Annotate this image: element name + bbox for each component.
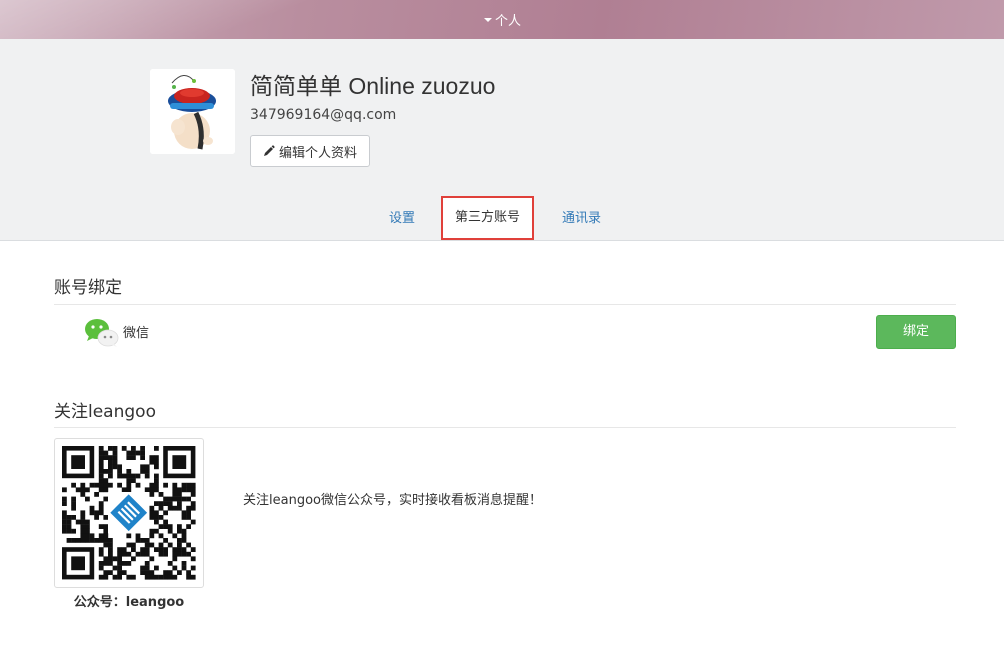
- personal-menu[interactable]: 个人: [484, 10, 521, 29]
- profile-tabs: 设置 第三方账号 通讯录: [0, 196, 1004, 240]
- wechat-qr-code: [54, 438, 204, 588]
- wechat-icon: [84, 318, 120, 352]
- tab-contacts[interactable]: 通讯录: [562, 197, 601, 240]
- profile-username: 简简单单 Online zuozuo: [250, 73, 496, 99]
- tab-third-party-accounts[interactable]: 第三方账号: [441, 196, 535, 240]
- section-divider: [54, 304, 956, 305]
- top-navbar: 个人: [0, 0, 1004, 39]
- personal-menu-label: 个人: [495, 14, 522, 29]
- tab-settings[interactable]: 设置: [389, 197, 415, 240]
- caret-down-icon: [484, 17, 492, 22]
- profile-email: 347969164@qq.com: [250, 107, 397, 123]
- qr-caption: 公众号：leangoo: [73, 595, 185, 610]
- account-binding-title: 账号绑定: [54, 278, 122, 298]
- avatar: [150, 69, 235, 154]
- navbar-decoration: [0, 0, 340, 39]
- profile-header: 简简单单 Online zuozuo 347969164@qq.com 编辑个人…: [0, 39, 1004, 241]
- pencil-icon: [264, 145, 275, 156]
- section-divider: [54, 427, 956, 428]
- follow-leangoo-title: 关注leangoo: [54, 402, 156, 422]
- avatar-image: [150, 69, 235, 154]
- qr-code-image: [62, 446, 196, 580]
- follow-description: 关注leangoo微信公众号，实时接收看板消息提醒！: [243, 493, 542, 508]
- bind-wechat-button[interactable]: 绑定: [876, 315, 956, 349]
- edit-profile-label: 编辑个人资料: [279, 145, 358, 161]
- edit-profile-button[interactable]: 编辑个人资料: [250, 135, 371, 167]
- wechat-label: 微信: [123, 326, 150, 341]
